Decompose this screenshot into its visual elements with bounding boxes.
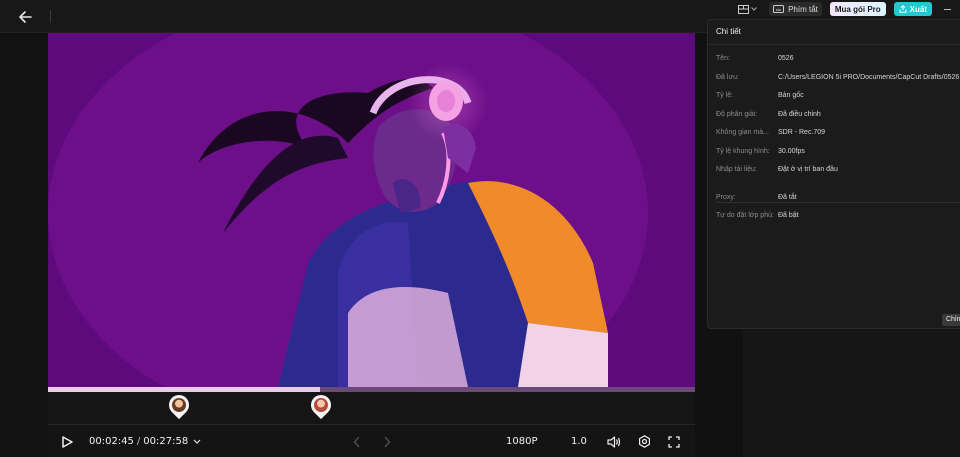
player-controls: 00:02:45 / 00:27:58 1080P 1.0 (48, 426, 695, 457)
avatar (314, 398, 328, 412)
detail-value[interactable]: C:/Users/LEGION 5i PRO/Documents/CapCut … (778, 73, 959, 82)
minimize-icon (943, 8, 951, 10)
detail-row-import: Nhập tài liệu: Đặt ở vị trí ban đầu (716, 165, 838, 174)
marker-pin (164, 390, 194, 420)
fullscreen-button[interactable] (668, 426, 680, 457)
previous-frame-button[interactable] (353, 426, 361, 457)
chevron-left-icon (353, 436, 360, 447)
details-divider (716, 202, 960, 203)
export-label: Xuất (909, 4, 927, 14)
fullscreen-icon (668, 435, 680, 448)
back-button[interactable] (14, 6, 36, 28)
time-separator: / (136, 436, 141, 447)
resolution-selector[interactable]: 1080P (506, 426, 537, 457)
current-time: 00:02:45 (89, 436, 134, 447)
speed-selector[interactable]: 1.0 (571, 426, 587, 457)
volume-button[interactable] (607, 426, 621, 457)
top-divider (50, 10, 51, 23)
video-frame-image (48, 33, 695, 387)
marker-track (48, 390, 695, 425)
detail-label: Tên: (716, 55, 731, 62)
details-panel: Chi tiết Tên: 0526 Đã lưu: C:/Users/LEGI… (707, 19, 960, 329)
detail-value: SDR - Rec.709 (778, 129, 826, 136)
face-marker-2[interactable] (306, 390, 336, 420)
detail-row-color-space: Không gian mà... SDR - Rec.709 (716, 128, 825, 137)
detail-row-saved-path: Đã lưu: C:/Users/LEGION 5i PRO/Documents… (716, 73, 959, 82)
detail-row-resolution: Độ phân giải: Đã điều chỉnh (716, 110, 821, 119)
detail-label: Tỷ lệ: (716, 92, 734, 99)
detail-value: 0526 (778, 55, 794, 62)
detail-label: Không gian mà... (716, 129, 769, 136)
buy-pro-button[interactable]: Mua gói Pro (829, 2, 886, 16)
detail-value: Đặt ở vị trí ban đầu (778, 166, 838, 173)
export-button[interactable]: Xuất (893, 2, 932, 16)
buy-pro-label: Mua gói Pro (834, 4, 881, 14)
detail-row-proxy: Proxy: Đã tắt (716, 193, 797, 202)
detail-value: Bản gốc (778, 92, 804, 99)
play-icon (62, 435, 73, 448)
chevron-down-icon (751, 7, 757, 11)
shortcut-button[interactable]: Phím tắt (769, 2, 822, 16)
keyboard-icon (773, 5, 785, 13)
layout-icon (738, 4, 750, 14)
chevron-down-icon[interactable] (193, 439, 201, 445)
detail-label: Đã lưu: (716, 74, 739, 81)
video-preview[interactable] (48, 33, 695, 387)
details-title: Chi tiết (708, 20, 960, 45)
left-gutter (0, 33, 48, 457)
volume-icon (607, 435, 621, 448)
detail-value: 30.00fps (778, 148, 805, 155)
marker-pin (306, 390, 336, 420)
face-marker-1[interactable] (164, 390, 194, 420)
time-display: 00:02:45 / 00:27:58 (89, 426, 201, 457)
top-right-actions: Phím tắt Mua gói Pro Xuất (734, 0, 960, 18)
detail-row-overlay: Tự do đặt lớp phủ: Đã bật (716, 211, 799, 220)
detail-value: Đã tắt (778, 194, 797, 201)
play-button[interactable] (61, 426, 73, 457)
detail-label: Độ phân giải: (716, 111, 758, 118)
resolution-label: 1080P (506, 436, 538, 447)
gear-icon (639, 435, 650, 448)
detail-label: Tỷ lệ khung hình: (716, 148, 770, 155)
edit-details-button[interactable]: Chỉnh (942, 314, 960, 326)
next-frame-button[interactable] (383, 426, 391, 457)
side-panel-background (743, 330, 960, 457)
settings-button[interactable] (638, 426, 651, 457)
layout-button[interactable] (734, 2, 761, 16)
total-time: 00:27:58 (143, 436, 189, 447)
shortcut-label: Phím tắt (788, 4, 818, 14)
arrow-left-icon (19, 11, 32, 23)
detail-label: Tự do đặt lớp phủ: (716, 212, 774, 219)
detail-value: Đã bật (778, 212, 799, 219)
detail-row-name: Tên: 0526 (716, 54, 794, 63)
avatar (172, 398, 186, 412)
detail-label: Nhập tài liệu: (716, 166, 757, 173)
minimize-button[interactable] (940, 2, 954, 16)
detail-row-ratio: Tỷ lệ: Bản gốc (716, 91, 804, 100)
detail-label: Proxy: (716, 194, 736, 201)
speed-label: 1.0 (571, 436, 587, 447)
detail-row-frame-rate: Tỷ lệ khung hình: 30.00fps (716, 147, 805, 156)
video-player: 00:02:45 / 00:27:58 1080P 1.0 (48, 33, 695, 457)
export-icon (899, 5, 907, 13)
chevron-right-icon (384, 436, 391, 447)
detail-value: Đã điều chỉnh (778, 111, 821, 118)
